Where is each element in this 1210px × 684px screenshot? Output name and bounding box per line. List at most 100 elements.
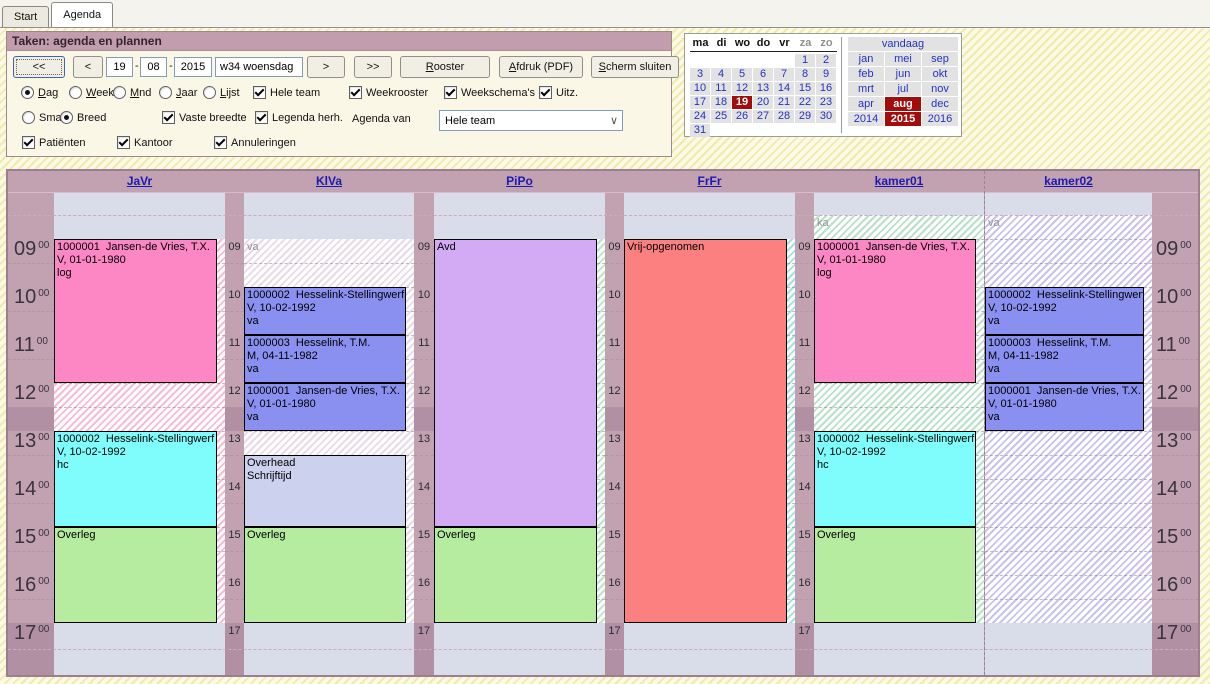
column-header-pipo[interactable]: PiPo bbox=[434, 174, 605, 188]
day-cell[interactable]: 22 bbox=[795, 96, 815, 109]
year-cell-2016[interactable]: 2016 bbox=[922, 112, 958, 126]
day-cell[interactable]: 11 bbox=[711, 82, 731, 95]
column-header-frfr[interactable]: FrFr bbox=[624, 174, 795, 188]
checkbox-pati-nten[interactable]: Patiënten bbox=[22, 136, 85, 149]
appointment[interactable]: 1000001 Jansen-de Vries, T.X.V, 01-01-19… bbox=[54, 239, 217, 383]
month-cell-jun[interactable]: jun bbox=[885, 67, 921, 81]
day-cell[interactable]: 14 bbox=[774, 82, 794, 95]
nav-next-button[interactable]: > bbox=[307, 56, 345, 78]
day-cell[interactable]: 7 bbox=[774, 68, 794, 81]
appointment[interactable]: 1000002 Hesselink-StellingwerfV, 10-02-1… bbox=[985, 287, 1144, 335]
month-input[interactable] bbox=[140, 57, 167, 77]
day-cell[interactable]: 15 bbox=[795, 82, 815, 95]
appointment[interactable]: Vrij-opgenomen bbox=[624, 239, 787, 623]
rooster-button[interactable]: Rooster bbox=[400, 56, 490, 78]
day-cell[interactable]: 19 bbox=[732, 96, 752, 109]
checkbox-vaste-breedte[interactable]: Vaste breedte bbox=[162, 111, 247, 124]
appointment[interactable]: 1000001 Jansen-de Vries, T.X.V, 01-01-19… bbox=[985, 383, 1144, 431]
scherm-sluiten-button[interactable]: Scherm sluiten bbox=[591, 56, 679, 78]
day-cell[interactable]: 17 bbox=[690, 96, 710, 109]
afdruk-pdf-button[interactable]: Afdruk (PDF) bbox=[499, 56, 583, 78]
day-cell[interactable]: 26 bbox=[732, 110, 752, 123]
appointment[interactable]: Avd bbox=[434, 239, 597, 527]
month-cell-dec[interactable]: dec bbox=[922, 97, 958, 111]
day-cell[interactable]: 21 bbox=[774, 96, 794, 109]
radio-lijst[interactable]: Lijst bbox=[203, 86, 240, 99]
month-cell-okt[interactable]: okt bbox=[922, 67, 958, 81]
appointment[interactable]: Overleg bbox=[244, 527, 406, 623]
day-cell[interactable]: 1 bbox=[795, 54, 815, 67]
day-cell[interactable]: 29 bbox=[795, 110, 815, 123]
appointment[interactable]: Overleg bbox=[814, 527, 976, 623]
checkbox-weekrooster[interactable]: Weekrooster bbox=[349, 86, 428, 99]
checkbox-weekschema-s[interactable]: Weekschema's bbox=[444, 86, 535, 99]
nav-prev-button[interactable]: < bbox=[73, 56, 103, 78]
appointment[interactable]: 1000003 Hesselink, T.M.M, 04-11-1982va bbox=[244, 335, 406, 383]
month-cell-mrt[interactable]: mrt bbox=[848, 82, 884, 96]
day-cell[interactable]: 6 bbox=[753, 68, 773, 81]
day-cell[interactable]: 13 bbox=[753, 82, 773, 95]
day-cell[interactable]: 3 bbox=[690, 68, 710, 81]
day-cell[interactable]: 20 bbox=[753, 96, 773, 109]
radio-smal[interactable]: Smal bbox=[22, 111, 64, 124]
day-cell[interactable]: 5 bbox=[732, 68, 752, 81]
month-cell-sep[interactable]: sep bbox=[922, 52, 958, 66]
day-input[interactable] bbox=[106, 57, 133, 77]
day-cell[interactable]: 10 bbox=[690, 82, 710, 95]
appointment[interactable]: 1000001 Jansen-de Vries, T.X.V, 01-01-19… bbox=[244, 383, 406, 431]
nav-last-button[interactable]: >> bbox=[354, 56, 392, 78]
appointment[interactable]: 1000002 Hesselink-StellingwerfV, 10-02-1… bbox=[814, 431, 976, 527]
appointment[interactable]: OverheadSchrijftijd bbox=[244, 455, 406, 527]
day-cell[interactable]: 9 bbox=[816, 68, 836, 81]
appointment[interactable]: Overleg bbox=[434, 527, 597, 623]
day-cell[interactable]: 18 bbox=[711, 96, 731, 109]
month-cell-jan[interactable]: jan bbox=[848, 52, 884, 66]
radio-dag[interactable]: Dag bbox=[21, 86, 58, 99]
month-cell-jul[interactable]: jul bbox=[885, 82, 921, 96]
month-cell-aug[interactable]: aug bbox=[885, 97, 921, 111]
year-cell-2014[interactable]: 2014 bbox=[848, 112, 884, 126]
checkbox-uitz[interactable]: Uitz. bbox=[539, 86, 578, 99]
appointment[interactable]: Overleg bbox=[54, 527, 217, 623]
day-cell[interactable]: 27 bbox=[753, 110, 773, 123]
day-cell[interactable]: 12 bbox=[732, 82, 752, 95]
checkbox-hele-team[interactable]: Hele team bbox=[253, 86, 320, 99]
day-cell[interactable]: 16 bbox=[816, 82, 836, 95]
month-cell-mei[interactable]: mei bbox=[885, 52, 921, 66]
checkbox-legenda-herh[interactable]: Legenda herh. bbox=[255, 111, 343, 124]
year-cell-2015[interactable]: 2015 bbox=[885, 112, 921, 126]
appointment[interactable]: 1000002 Hesselink-StellingwerfV, 10-02-1… bbox=[244, 287, 406, 335]
appointment[interactable]: 1000002 Hesselink-StellingwerfV, 10-02-1… bbox=[54, 431, 217, 527]
day-cell[interactable]: 23 bbox=[816, 96, 836, 109]
day-cell[interactable]: 30 bbox=[816, 110, 836, 123]
checkbox-annuleringen[interactable]: Annuleringen bbox=[214, 136, 296, 149]
nav-first-button[interactable]: << bbox=[13, 56, 65, 78]
checkbox-kantoor[interactable]: Kantoor bbox=[117, 136, 173, 149]
day-cell[interactable]: 28 bbox=[774, 110, 794, 123]
radio-breed[interactable]: Breed bbox=[60, 111, 106, 124]
day-cell[interactable]: 2 bbox=[816, 54, 836, 67]
radio-mnd[interactable]: Mnd bbox=[113, 86, 151, 99]
column-header-klva[interactable]: KlVa bbox=[244, 174, 414, 188]
week-display-input[interactable] bbox=[215, 57, 303, 77]
today-button[interactable]: vandaag bbox=[848, 37, 958, 51]
tab-start[interactable]: Start bbox=[2, 6, 49, 27]
year-input[interactable] bbox=[174, 57, 212, 77]
column-header-javr[interactable]: JaVr bbox=[54, 174, 225, 188]
agenda-van-select[interactable]: Hele team ∨ bbox=[439, 110, 623, 131]
tab-agenda[interactable]: Agenda bbox=[51, 2, 113, 27]
column-header-kamer01[interactable]: kamer01 bbox=[814, 174, 984, 188]
day-cell[interactable]: 8 bbox=[795, 68, 815, 81]
appointment[interactable]: 1000003 Hesselink, T.M.M, 04-11-1982va bbox=[985, 335, 1144, 383]
day-cell[interactable]: 25 bbox=[711, 110, 731, 123]
month-cell-feb[interactable]: feb bbox=[848, 67, 884, 81]
appointment[interactable]: 1000001 Jansen-de Vries, T.X.V, 01-01-19… bbox=[814, 239, 976, 383]
radio-jaar[interactable]: Jaar bbox=[159, 86, 197, 99]
radio-week[interactable]: Week bbox=[69, 86, 114, 99]
month-cell-nov[interactable]: nov bbox=[922, 82, 958, 96]
column-header-kamer02[interactable]: kamer02 bbox=[985, 174, 1152, 188]
day-cell[interactable]: 24 bbox=[690, 110, 710, 123]
day-cell[interactable]: 4 bbox=[711, 68, 731, 81]
day-cell[interactable]: 31 bbox=[690, 124, 710, 137]
month-cell-apr[interactable]: apr bbox=[848, 97, 884, 111]
